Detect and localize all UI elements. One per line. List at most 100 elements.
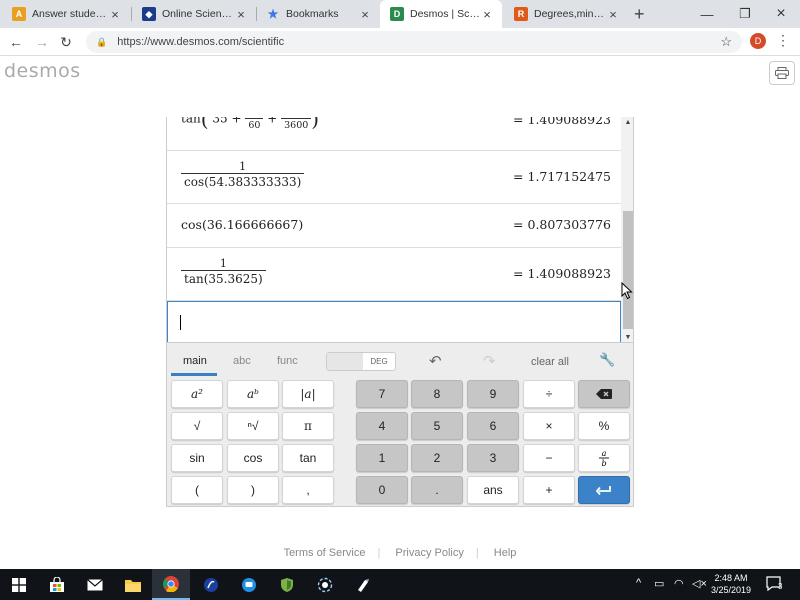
key-squared[interactable]: a²	[171, 380, 223, 408]
key-minus[interactable]: −	[523, 444, 575, 472]
expression-row[interactable]: 1 tan(35.3625) = 1.409088923	[167, 248, 621, 301]
browser-menu-icon[interactable]: ⋮	[776, 32, 790, 49]
key-abs[interactable]: |a|	[282, 380, 334, 408]
windows-start-icon[interactable]	[0, 569, 38, 600]
key-sqrt[interactable]: √	[171, 412, 223, 440]
key-2[interactable]: 2	[411, 444, 463, 472]
undo-icon[interactable]: ↶	[429, 352, 442, 370]
tab-title: Bookmarks	[286, 8, 339, 20]
close-tab-icon[interactable]: ×	[480, 7, 494, 22]
close-window-icon[interactable]: ×	[762, 0, 800, 28]
key-6[interactable]: 6	[467, 412, 519, 440]
key-3[interactable]: 3	[467, 444, 519, 472]
close-tab-icon[interactable]: ×	[358, 7, 372, 22]
expression-scrollbar[interactable]: ▲ ▼	[621, 117, 633, 342]
forward-icon[interactable]: →	[32, 32, 52, 52]
battery-icon[interactable]: ▭	[654, 577, 664, 590]
close-tab-icon[interactable]: ×	[234, 7, 248, 22]
system-clock[interactable]: 2:48 AM 3/25/2019	[706, 572, 756, 596]
key-8[interactable]: 8	[411, 380, 463, 408]
paint-app-icon[interactable]	[344, 569, 382, 600]
expression-input[interactable]	[167, 301, 621, 342]
tab-bookmarks[interactable]: ★ Bookmarks ×	[256, 0, 380, 28]
volume-icon[interactable]: ◁×	[692, 577, 707, 590]
key-4[interactable]: 4	[356, 412, 408, 440]
key-sin[interactable]: sin	[171, 444, 223, 472]
reload-icon[interactable]: ↻	[56, 32, 76, 52]
address-bar[interactable]: 🔒 https://www.desmos.com/scientific ☆	[86, 31, 742, 53]
text-caret	[180, 315, 181, 330]
site-favicon-icon: A	[12, 7, 26, 21]
restore-icon[interactable]: ❐	[726, 0, 764, 28]
expression-math: tan( 35 + 2260 + 153600)	[181, 117, 320, 131]
key-multiply[interactable]: ×	[523, 412, 575, 440]
help-link[interactable]: Help	[494, 547, 517, 559]
tab-title: Online Scientific C	[162, 8, 234, 20]
expression-row[interactable]: tan( 35 + 2260 + 153600) = 1.409088923	[167, 117, 621, 151]
site-favicon-icon: R	[514, 7, 528, 21]
network-app-icon[interactable]	[306, 569, 344, 600]
tab-degrees-minutes[interactable]: R Degrees,minutes,s ×	[504, 0, 628, 28]
expression-row[interactable]: 1 cos(54.383333333) = 1.717152475	[167, 151, 621, 204]
key-plus[interactable]: +	[523, 476, 575, 504]
url-text: https://www.desmos.com/scientific	[117, 36, 285, 48]
key-comma[interactable]: ,	[282, 476, 334, 504]
key-power[interactable]: aᵇ	[227, 380, 279, 408]
security-app-icon[interactable]	[268, 569, 306, 600]
print-icon[interactable]	[769, 61, 795, 85]
wifi-icon[interactable]: ◠	[674, 577, 684, 590]
key-1[interactable]: 1	[356, 444, 408, 472]
store-icon[interactable]	[38, 569, 76, 600]
expression-row[interactable]: cos(36.166666667) = 0.807303776	[167, 204, 621, 248]
key-9[interactable]: 9	[467, 380, 519, 408]
tab-online-scientific[interactable]: ◆ Online Scientific C ×	[132, 0, 256, 28]
chat-app-icon[interactable]	[230, 569, 268, 600]
key-0[interactable]: 0	[356, 476, 408, 504]
profile-avatar[interactable]: D	[750, 33, 766, 49]
tab-desmos[interactable]: D Desmos | Scientific ×	[380, 0, 502, 28]
keypad-tab-func[interactable]: func	[277, 355, 298, 367]
file-explorer-icon[interactable]	[114, 569, 152, 600]
show-hidden-icons[interactable]: ^	[636, 577, 641, 589]
key-5[interactable]: 5	[411, 412, 463, 440]
clear-all-button[interactable]: clear all	[531, 356, 569, 368]
minimize-icon[interactable]: —	[688, 0, 726, 28]
mail-icon[interactable]	[76, 569, 114, 600]
keypad-tab-main[interactable]: main	[183, 355, 207, 367]
app-icon[interactable]	[192, 569, 230, 600]
key-right-paren[interactable]: )	[227, 476, 279, 504]
back-icon[interactable]: ←	[6, 32, 26, 52]
key-tan[interactable]: tan	[282, 444, 334, 472]
key-7[interactable]: 7	[356, 380, 408, 408]
key-left-paren[interactable]: (	[171, 476, 223, 504]
key-pi[interactable]: π	[282, 412, 334, 440]
chrome-icon[interactable]	[152, 569, 190, 600]
key-nth-root[interactable]: ⁿ√	[227, 412, 279, 440]
privacy-link[interactable]: Privacy Policy	[395, 547, 463, 559]
active-tab-indicator	[171, 373, 217, 376]
key-percent[interactable]: %	[578, 412, 630, 440]
action-center-icon[interactable]: 3	[766, 576, 784, 592]
scroll-down-icon[interactable]: ▼	[621, 334, 633, 341]
key-ans[interactable]: ans	[467, 476, 519, 504]
scrollbar-thumb[interactable]	[623, 211, 633, 329]
tab-answer-students[interactable]: A Answer students' q ×	[2, 0, 130, 28]
terms-link[interactable]: Terms of Service	[284, 547, 366, 559]
desmos-logo[interactable]: desmos	[4, 60, 81, 82]
key-cos[interactable]: cos	[227, 444, 279, 472]
desmos-favicon-icon: D	[390, 7, 404, 21]
scroll-up-icon[interactable]: ▲	[621, 119, 633, 126]
keypad-tab-abc[interactable]: abc	[233, 355, 251, 367]
wrench-icon[interactable]: 🔧	[599, 352, 615, 368]
close-tab-icon[interactable]: ×	[108, 7, 122, 22]
key-fraction[interactable]: ab	[578, 444, 630, 472]
key-decimal[interactable]: .	[411, 476, 463, 504]
degree-mode-toggle[interactable]: DEG	[326, 352, 396, 371]
new-tab-button[interactable]: +	[634, 4, 645, 25]
enter-key[interactable]	[578, 476, 630, 504]
close-tab-icon[interactable]: ×	[606, 7, 620, 22]
bookmark-star-icon[interactable]: ☆	[720, 34, 732, 50]
redo-icon[interactable]: ↷	[483, 352, 496, 370]
key-divide[interactable]: ÷	[523, 380, 575, 408]
backspace-key[interactable]	[578, 380, 630, 408]
